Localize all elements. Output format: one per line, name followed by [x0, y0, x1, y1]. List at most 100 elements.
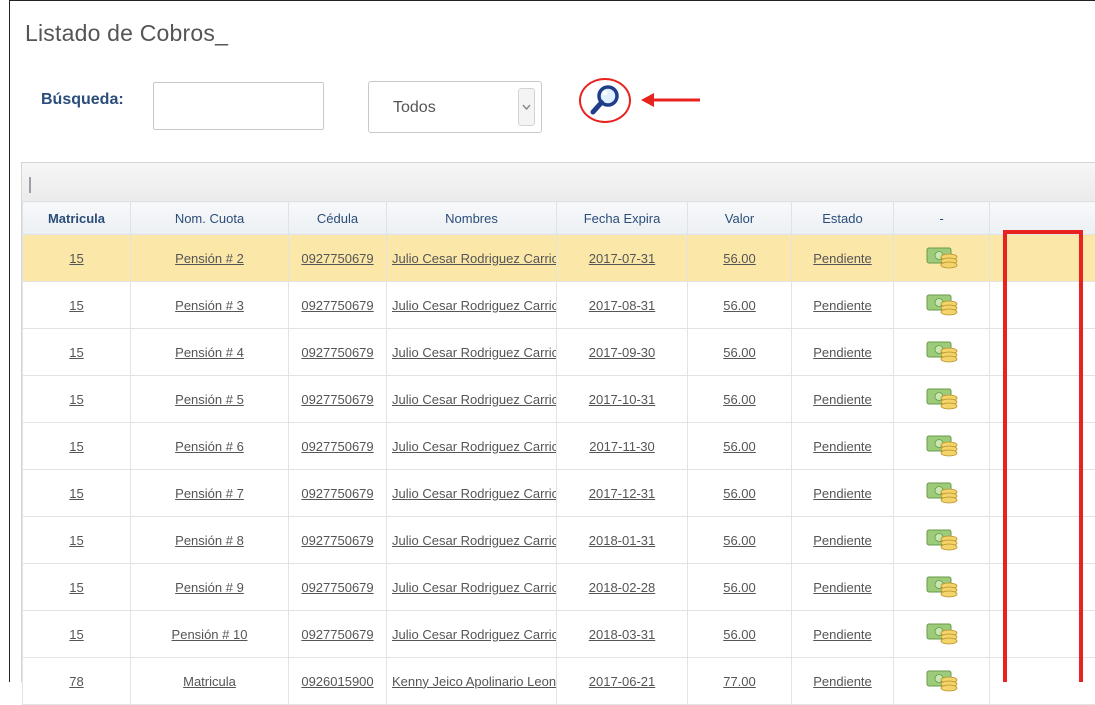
search-input[interactable] — [153, 82, 324, 130]
estado-link[interactable]: Pendiente — [813, 251, 872, 266]
cedula-link[interactable]: 0927750679 — [301, 533, 373, 548]
money-coins-icon[interactable] — [925, 668, 959, 695]
table-row[interactable]: 15 Pensión # 9 0927750679 Julio Cesar Rodri… — [23, 564, 1095, 611]
nombres-link[interactable]: Julio Cesar Rodriguez Carrion — [392, 251, 557, 266]
cuota-link[interactable]: Pensión # 9 — [175, 580, 244, 595]
matricula-link[interactable]: 78 — [69, 674, 83, 689]
fecha-link[interactable]: 2017-09-30 — [589, 345, 656, 360]
estado-link[interactable]: Pendiente — [813, 345, 872, 360]
matricula-link[interactable]: 15 — [69, 627, 83, 642]
cedula-link[interactable]: 0927750679 — [301, 439, 373, 454]
estado-link[interactable]: Pendiente — [813, 580, 872, 595]
matricula-link[interactable]: 15 — [69, 251, 83, 266]
filter-select[interactable]: Todos — [368, 81, 542, 133]
matricula-link[interactable]: 15 — [69, 439, 83, 454]
table-row[interactable]: 15 Pensión # 3 0927750679 Julio Cesar Rodri… — [23, 282, 1095, 329]
table-row[interactable]: 15 Pensión # 10 0927750679 Julio Cesar Rodr… — [23, 611, 1095, 658]
matricula-link[interactable]: 15 — [69, 392, 83, 407]
fecha-link[interactable]: 2018-02-28 — [589, 580, 656, 595]
table-row[interactable]: 15 Pensión # 2 0927750679 Julio Cesar Rodri… — [23, 235, 1095, 282]
nombres-link[interactable]: Julio Cesar Rodriguez Carrion — [392, 533, 557, 548]
column-header-valor[interactable]: Valor — [688, 202, 792, 235]
column-header-nombres[interactable]: Nombres — [387, 202, 557, 235]
cedula-link[interactable]: 0926015900 — [301, 674, 373, 689]
cedula-link[interactable]: 0927750679 — [301, 345, 373, 360]
valor-link[interactable]: 56.00 — [723, 392, 756, 407]
fecha-link[interactable]: 2017-08-31 — [589, 298, 656, 313]
column-header-nom-cuota[interactable]: Nom. Cuota — [131, 202, 289, 235]
valor-link[interactable]: 56.00 — [723, 486, 756, 501]
cedula-link[interactable]: 0927750679 — [301, 627, 373, 642]
fecha-link[interactable]: 2017-06-21 — [589, 674, 656, 689]
fecha-link[interactable]: 2018-03-31 — [589, 627, 656, 642]
cedula-link[interactable]: 0927750679 — [301, 486, 373, 501]
estado-link[interactable]: Pendiente — [813, 439, 872, 454]
table-row[interactable]: 15 Pensión # 4 0927750679 Julio Cesar Rodri… — [23, 329, 1095, 376]
cedula-link[interactable]: 0927750679 — [301, 580, 373, 595]
nombres-link[interactable]: Julio Cesar Rodriguez Carrion — [392, 439, 557, 454]
valor-link[interactable]: 56.00 — [723, 580, 756, 595]
nombres-link[interactable]: Julio Cesar Rodriguez Carrion — [392, 345, 557, 360]
column-header-fecha-expira[interactable]: Fecha Expira — [557, 202, 688, 235]
column-header-estado[interactable]: Estado — [792, 202, 894, 235]
fecha-link[interactable]: 2017-07-31 — [589, 251, 656, 266]
money-coins-icon[interactable] — [925, 574, 959, 601]
cuota-link[interactable]: Pensión # 10 — [172, 627, 248, 642]
fecha-link[interactable]: 2017-10-31 — [589, 392, 656, 407]
valor-link[interactable]: 56.00 — [723, 298, 756, 313]
cedula-link[interactable]: 0927750679 — [301, 251, 373, 266]
matricula-link[interactable]: 15 — [69, 298, 83, 313]
matricula-link[interactable]: 15 — [69, 345, 83, 360]
estado-link[interactable]: Pendiente — [813, 674, 872, 689]
valor-link[interactable]: 56.00 — [723, 439, 756, 454]
money-coins-icon[interactable] — [925, 245, 959, 272]
search-button[interactable] — [579, 77, 633, 123]
matricula-link[interactable]: 15 — [69, 533, 83, 548]
estado-link[interactable]: Pendiente — [813, 486, 872, 501]
fecha-link[interactable]: 2018-01-31 — [589, 533, 656, 548]
table-row[interactable]: 15 Pensión # 5 0927750679 Julio Cesar Rodri… — [23, 376, 1095, 423]
nombres-link[interactable]: Julio Cesar Rodriguez Carrion — [392, 627, 557, 642]
table-row[interactable]: 15 Pensión # 8 0927750679 Julio Cesar Rodri… — [23, 517, 1095, 564]
chevron-down-icon[interactable] — [518, 88, 535, 126]
cuota-link[interactable]: Pensión # 2 — [175, 251, 244, 266]
column-header-cedula[interactable]: Cédula — [289, 202, 387, 235]
valor-link[interactable]: 56.00 — [723, 345, 756, 360]
cuota-link[interactable]: Pensión # 6 — [175, 439, 244, 454]
nombres-link[interactable]: Julio Cesar Rodriguez Carrion — [392, 298, 557, 313]
table-row[interactable]: 15 Pensión # 6 0927750679 Julio Cesar Rodri… — [23, 423, 1095, 470]
money-coins-icon[interactable] — [925, 527, 959, 554]
nombres-link[interactable]: Kenny Jeico Apolinario Leon — [392, 674, 556, 689]
fecha-link[interactable]: 2017-12-31 — [589, 486, 656, 501]
valor-link[interactable]: 77.00 — [723, 674, 756, 689]
estado-link[interactable]: Pendiente — [813, 392, 872, 407]
column-header-matricula[interactable]: Matricula — [23, 202, 131, 235]
money-coins-icon[interactable] — [925, 433, 959, 460]
valor-link[interactable]: 56.00 — [723, 533, 756, 548]
money-coins-icon[interactable] — [925, 339, 959, 366]
table-row[interactable]: 15Pensión # 70927750679Julio Cesar Rodri… — [23, 470, 1095, 517]
estado-link[interactable]: Pendiente — [813, 298, 872, 313]
money-coins-icon[interactable] — [925, 386, 959, 413]
money-coins-icon[interactable] — [925, 480, 959, 507]
money-coins-icon[interactable] — [925, 621, 959, 648]
estado-link[interactable]: Pendiente — [813, 533, 872, 548]
cedula-link[interactable]: 0927750679 — [301, 298, 373, 313]
fecha-link[interactable]: 2017-11-30 — [589, 439, 655, 454]
valor-link[interactable]: 56.00 — [723, 627, 756, 642]
cuota-link[interactable]: Pensión # 5 — [175, 392, 244, 407]
nombres-link[interactable]: Julio Cesar Rodriguez Carrion — [392, 580, 557, 595]
money-coins-icon[interactable] — [925, 292, 959, 319]
cedula-link[interactable]: 0927750679 — [301, 392, 373, 407]
cuota-link[interactable]: Matricula — [183, 674, 236, 689]
cuota-link[interactable]: Pensión # 8 — [175, 533, 244, 548]
valor-link[interactable]: 56.00 — [723, 251, 756, 266]
matricula-link[interactable]: 15 — [69, 486, 83, 501]
table-row[interactable]: 78 Matricula 0926015900 Kenny Jeico Apolina… — [23, 658, 1095, 705]
estado-link[interactable]: Pendiente — [813, 627, 872, 642]
nombres-link[interactable]: Julio Cesar Rodriguez Carrion — [392, 486, 557, 501]
matricula-link[interactable]: 15 — [69, 580, 83, 595]
nombres-link[interactable]: Julio Cesar Rodriguez Carrion — [392, 392, 557, 407]
cuota-link[interactable]: Pensión # 4 — [175, 345, 244, 360]
cuota-link[interactable]: Pensión # 3 — [175, 298, 244, 313]
